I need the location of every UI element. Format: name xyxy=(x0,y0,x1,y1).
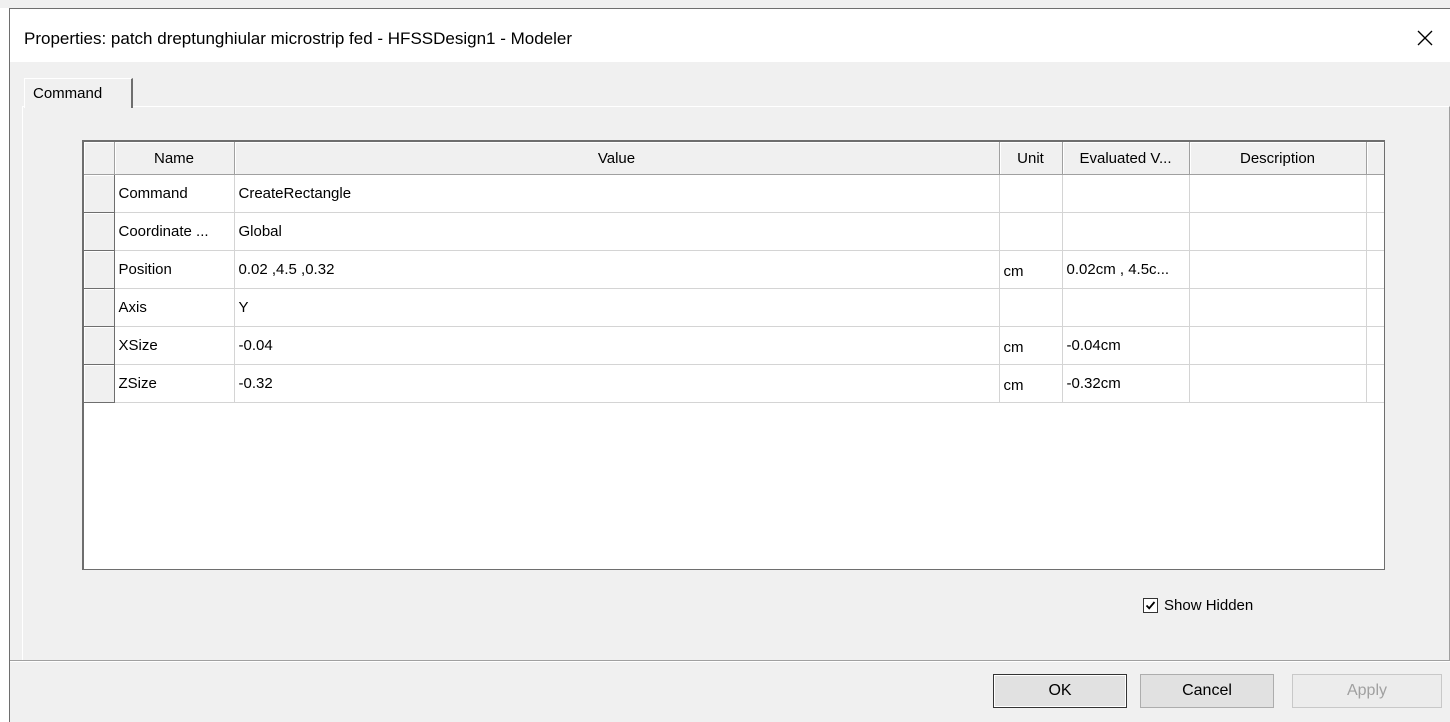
cell-evaluated: -0.04cm xyxy=(1062,326,1190,365)
cell-value[interactable]: CreateRectangle xyxy=(234,174,1000,213)
cell-unit[interactable] xyxy=(999,212,1063,251)
properties-table: Name Value Unit Evaluated V... Descripti… xyxy=(84,142,1384,403)
close-icon xyxy=(1417,30,1433,46)
table-row[interactable]: Coordinate ... Global xyxy=(84,212,1384,251)
cell-name: Position xyxy=(114,250,235,289)
cell-unit[interactable] xyxy=(999,288,1063,327)
cell-value[interactable]: Y xyxy=(234,288,1000,327)
background-window-edge xyxy=(0,8,10,722)
ok-button-label: OK xyxy=(1048,682,1072,699)
cell-unit[interactable]: cm xyxy=(999,326,1063,365)
cell-name: Coordinate ... xyxy=(114,212,235,251)
cell-unit[interactable]: cm xyxy=(999,364,1063,403)
row-filler xyxy=(1366,174,1384,213)
row-filler xyxy=(1366,326,1384,365)
row-header[interactable] xyxy=(84,174,115,213)
table-row[interactable]: Command CreateRectangle xyxy=(84,174,1384,213)
show-hidden-checkbox[interactable]: Show Hidden xyxy=(1143,597,1253,614)
column-header-unit[interactable]: Unit xyxy=(999,142,1063,175)
cell-description[interactable] xyxy=(1189,174,1367,213)
cancel-button-label: Cancel xyxy=(1182,682,1232,699)
cell-evaluated: 0.02cm , 4.5c... xyxy=(1062,250,1190,289)
cell-description[interactable] xyxy=(1189,250,1367,289)
table-header-row: Name Value Unit Evaluated V... Descripti… xyxy=(84,142,1384,175)
ok-button[interactable]: OK xyxy=(993,674,1127,708)
cell-value[interactable]: 0.02 ,4.5 ,0.32 xyxy=(234,250,1000,289)
row-header[interactable] xyxy=(84,326,115,365)
cell-evaluated xyxy=(1062,288,1190,327)
row-header[interactable] xyxy=(84,250,115,289)
window-title: Properties: patch dreptunghiular microst… xyxy=(24,29,573,48)
table-row[interactable]: XSize -0.04 cm -0.04cm xyxy=(84,326,1384,365)
row-header[interactable] xyxy=(84,212,115,251)
cell-description[interactable] xyxy=(1189,288,1367,327)
row-filler xyxy=(1366,212,1384,251)
row-filler xyxy=(1366,364,1384,403)
tab-command[interactable]: Command xyxy=(24,78,133,108)
cell-name: ZSize xyxy=(114,364,235,403)
cell-unit[interactable] xyxy=(999,174,1063,213)
cell-name: XSize xyxy=(114,326,235,365)
properties-dialog: Properties: patch dreptunghiular microst… xyxy=(0,0,1450,722)
table-row[interactable]: Position 0.02 ,4.5 ,0.32 cm 0.02cm , 4.5… xyxy=(84,250,1384,289)
cancel-button[interactable]: Cancel xyxy=(1140,674,1274,708)
dialog-client-area: Command Name Value Unit Evaluated V... D… xyxy=(10,62,1450,722)
header-filler xyxy=(1366,142,1384,175)
corner-header-cell[interactable] xyxy=(84,142,115,175)
properties-grid[interactable]: Name Value Unit Evaluated V... Descripti… xyxy=(82,140,1385,570)
cell-value[interactable]: -0.04 xyxy=(234,326,1000,365)
column-header-evaluated-value[interactable]: Evaluated V... xyxy=(1062,142,1190,175)
cell-evaluated xyxy=(1062,174,1190,213)
cell-unit[interactable]: cm xyxy=(999,250,1063,289)
column-header-value[interactable]: Value xyxy=(234,142,1000,175)
cell-description[interactable] xyxy=(1189,212,1367,251)
cell-description[interactable] xyxy=(1189,326,1367,365)
row-filler xyxy=(1366,250,1384,289)
cell-evaluated: -0.32cm xyxy=(1062,364,1190,403)
checkbox-box[interactable] xyxy=(1143,598,1158,613)
cell-name: Axis xyxy=(114,288,235,327)
checkmark-icon xyxy=(1145,601,1156,610)
apply-button[interactable]: Apply xyxy=(1292,674,1442,708)
column-header-description[interactable]: Description xyxy=(1189,142,1367,175)
tab-command-label: Command xyxy=(33,85,103,102)
cell-evaluated xyxy=(1062,212,1190,251)
cell-value[interactable]: -0.32 xyxy=(234,364,1000,403)
row-header[interactable] xyxy=(84,288,115,327)
show-hidden-label: Show Hidden xyxy=(1164,597,1254,614)
footer-separator xyxy=(10,660,1450,662)
title-bar[interactable]: Properties: patch dreptunghiular microst… xyxy=(10,8,1450,70)
cell-value[interactable]: Global xyxy=(234,212,1000,251)
row-filler xyxy=(1366,288,1384,327)
column-header-name[interactable]: Name xyxy=(114,142,235,175)
cell-description[interactable] xyxy=(1189,364,1367,403)
apply-button-label: Apply xyxy=(1346,682,1388,699)
table-row[interactable]: Axis Y xyxy=(84,288,1384,327)
table-row[interactable]: ZSize -0.32 cm -0.32cm xyxy=(84,364,1384,403)
row-header[interactable] xyxy=(84,364,115,403)
close-button[interactable] xyxy=(1408,21,1442,55)
cell-name: Command xyxy=(114,174,235,213)
